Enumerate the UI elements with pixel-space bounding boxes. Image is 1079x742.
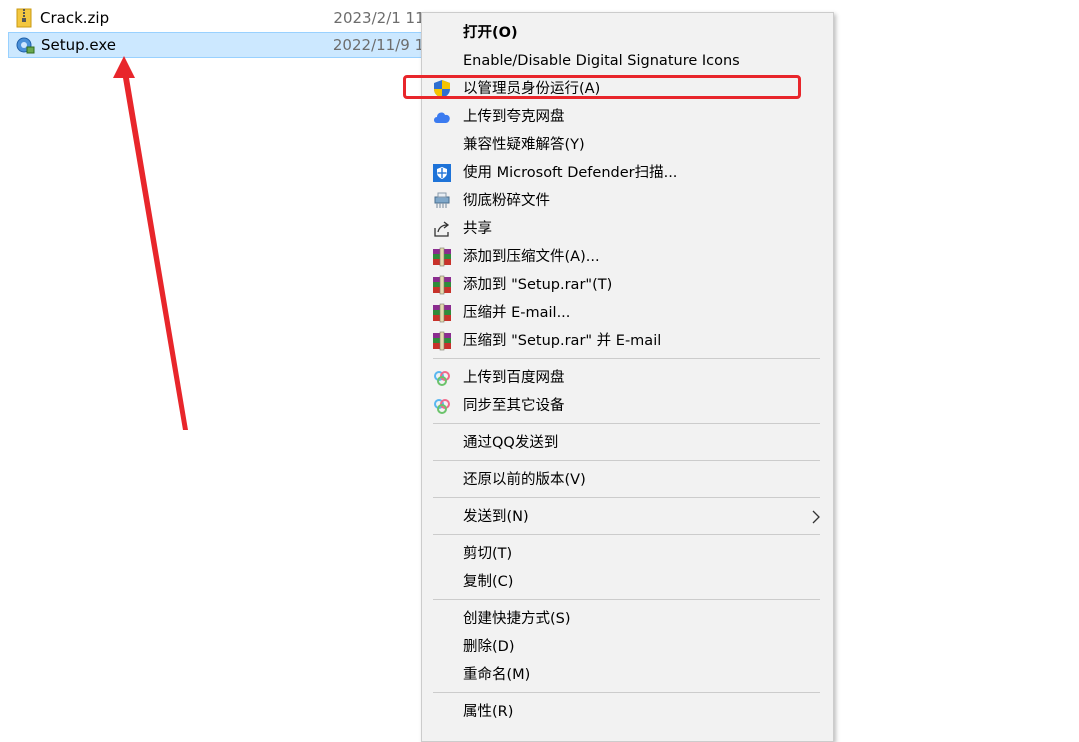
menu-item-label: 共享 — [463, 221, 492, 237]
chevron-right-icon — [812, 510, 820, 524]
menu-separator — [433, 599, 820, 600]
menu-item-label: 使用 Microsoft Defender扫描... — [463, 165, 678, 181]
menu-item-label: 重命名(M) — [463, 667, 531, 683]
menu-item-copy[interactable]: 复制(C) — [422, 568, 833, 596]
menu-item-label: 兼容性疑难解答(Y) — [463, 137, 585, 153]
menu-item-cut[interactable]: 剪切(T) — [422, 540, 833, 568]
winrar-icon — [431, 303, 453, 323]
menu-item-add-to-archive[interactable]: 添加到压缩文件(A)... — [422, 243, 833, 271]
menu-item-label: 发送到(N) — [463, 509, 529, 525]
quark-cloud-icon — [431, 107, 453, 127]
menu-item-label: 创建快捷方式(S) — [463, 611, 571, 627]
menu-item-label: 属性(R) — [463, 704, 514, 720]
winrar-icon — [431, 247, 453, 267]
menu-item-label: 上传到夸克网盘 — [463, 109, 565, 125]
menu-item-label: 添加到压缩文件(A)... — [463, 249, 600, 265]
menu-item-restore-versions[interactable]: 还原以前的版本(V) — [422, 466, 833, 494]
menu-item-baidu-upload[interactable]: 上传到百度网盘 — [422, 364, 833, 392]
menu-separator — [433, 423, 820, 424]
share-icon — [431, 219, 453, 239]
menu-item-create-shortcut[interactable]: 创建快捷方式(S) — [422, 605, 833, 633]
menu-separator — [433, 497, 820, 498]
menu-item-label: 剪切(T) — [463, 546, 513, 562]
menu-item-label: 删除(D) — [463, 639, 515, 655]
annotation-highlight-box — [403, 75, 801, 99]
baidu-netdisk-icon — [431, 368, 453, 388]
menu-separator — [433, 358, 820, 359]
menu-item-label: 上传到百度网盘 — [463, 370, 565, 386]
context-menu: 打开(O) Enable/Disable Digital Signature I… — [421, 12, 834, 742]
menu-item-compress-setup-rar-email[interactable]: 压缩到 "Setup.rar" 并 E-mail — [422, 327, 833, 355]
menu-separator — [433, 692, 820, 693]
menu-item-quark-upload[interactable]: 上传到夸克网盘 — [422, 103, 833, 131]
menu-item-shred[interactable]: 彻底粉碎文件 — [422, 187, 833, 215]
menu-item-digital-signature[interactable]: Enable/Disable Digital Signature Icons — [422, 47, 833, 75]
menu-item-label: 通过QQ发送到 — [463, 435, 559, 451]
menu-item-open[interactable]: 打开(O) — [422, 19, 833, 47]
menu-item-label: 复制(C) — [463, 574, 514, 590]
menu-item-properties[interactable]: 属性(R) — [422, 698, 833, 726]
menu-separator — [433, 460, 820, 461]
winrar-icon — [431, 331, 453, 351]
menu-item-add-to-setup-rar[interactable]: 添加到 "Setup.rar"(T) — [422, 271, 833, 299]
menu-item-label: 同步至其它设备 — [463, 398, 565, 414]
menu-item-send-to[interactable]: 发送到(N) — [422, 503, 833, 531]
menu-item-label: 彻底粉碎文件 — [463, 193, 550, 209]
menu-item-compress-email[interactable]: 压缩并 E-mail... — [422, 299, 833, 327]
menu-item-label: 还原以前的版本(V) — [463, 472, 586, 488]
menu-item-label: 添加到 "Setup.rar"(T) — [463, 277, 613, 293]
menu-separator — [433, 534, 820, 535]
baidu-netdisk-icon — [431, 396, 453, 416]
shredder-icon — [431, 191, 453, 211]
menu-item-defender-scan[interactable]: 使用 Microsoft Defender扫描... — [422, 159, 833, 187]
defender-shield-icon — [431, 163, 453, 183]
menu-item-label: 打开(O) — [463, 25, 518, 41]
menu-item-label: Enable/Disable Digital Signature Icons — [463, 53, 740, 69]
menu-item-send-via-qq[interactable]: 通过QQ发送到 — [422, 429, 833, 457]
menu-item-sync-devices[interactable]: 同步至其它设备 — [422, 392, 833, 420]
menu-item-label: 压缩并 E-mail... — [463, 305, 571, 321]
menu-item-share[interactable]: 共享 — [422, 215, 833, 243]
winrar-icon — [431, 275, 453, 295]
menu-item-compatibility[interactable]: 兼容性疑难解答(Y) — [422, 131, 833, 159]
menu-item-label: 压缩到 "Setup.rar" 并 E-mail — [463, 333, 662, 349]
menu-item-delete[interactable]: 删除(D) — [422, 633, 833, 661]
menu-item-rename[interactable]: 重命名(M) — [422, 661, 833, 689]
